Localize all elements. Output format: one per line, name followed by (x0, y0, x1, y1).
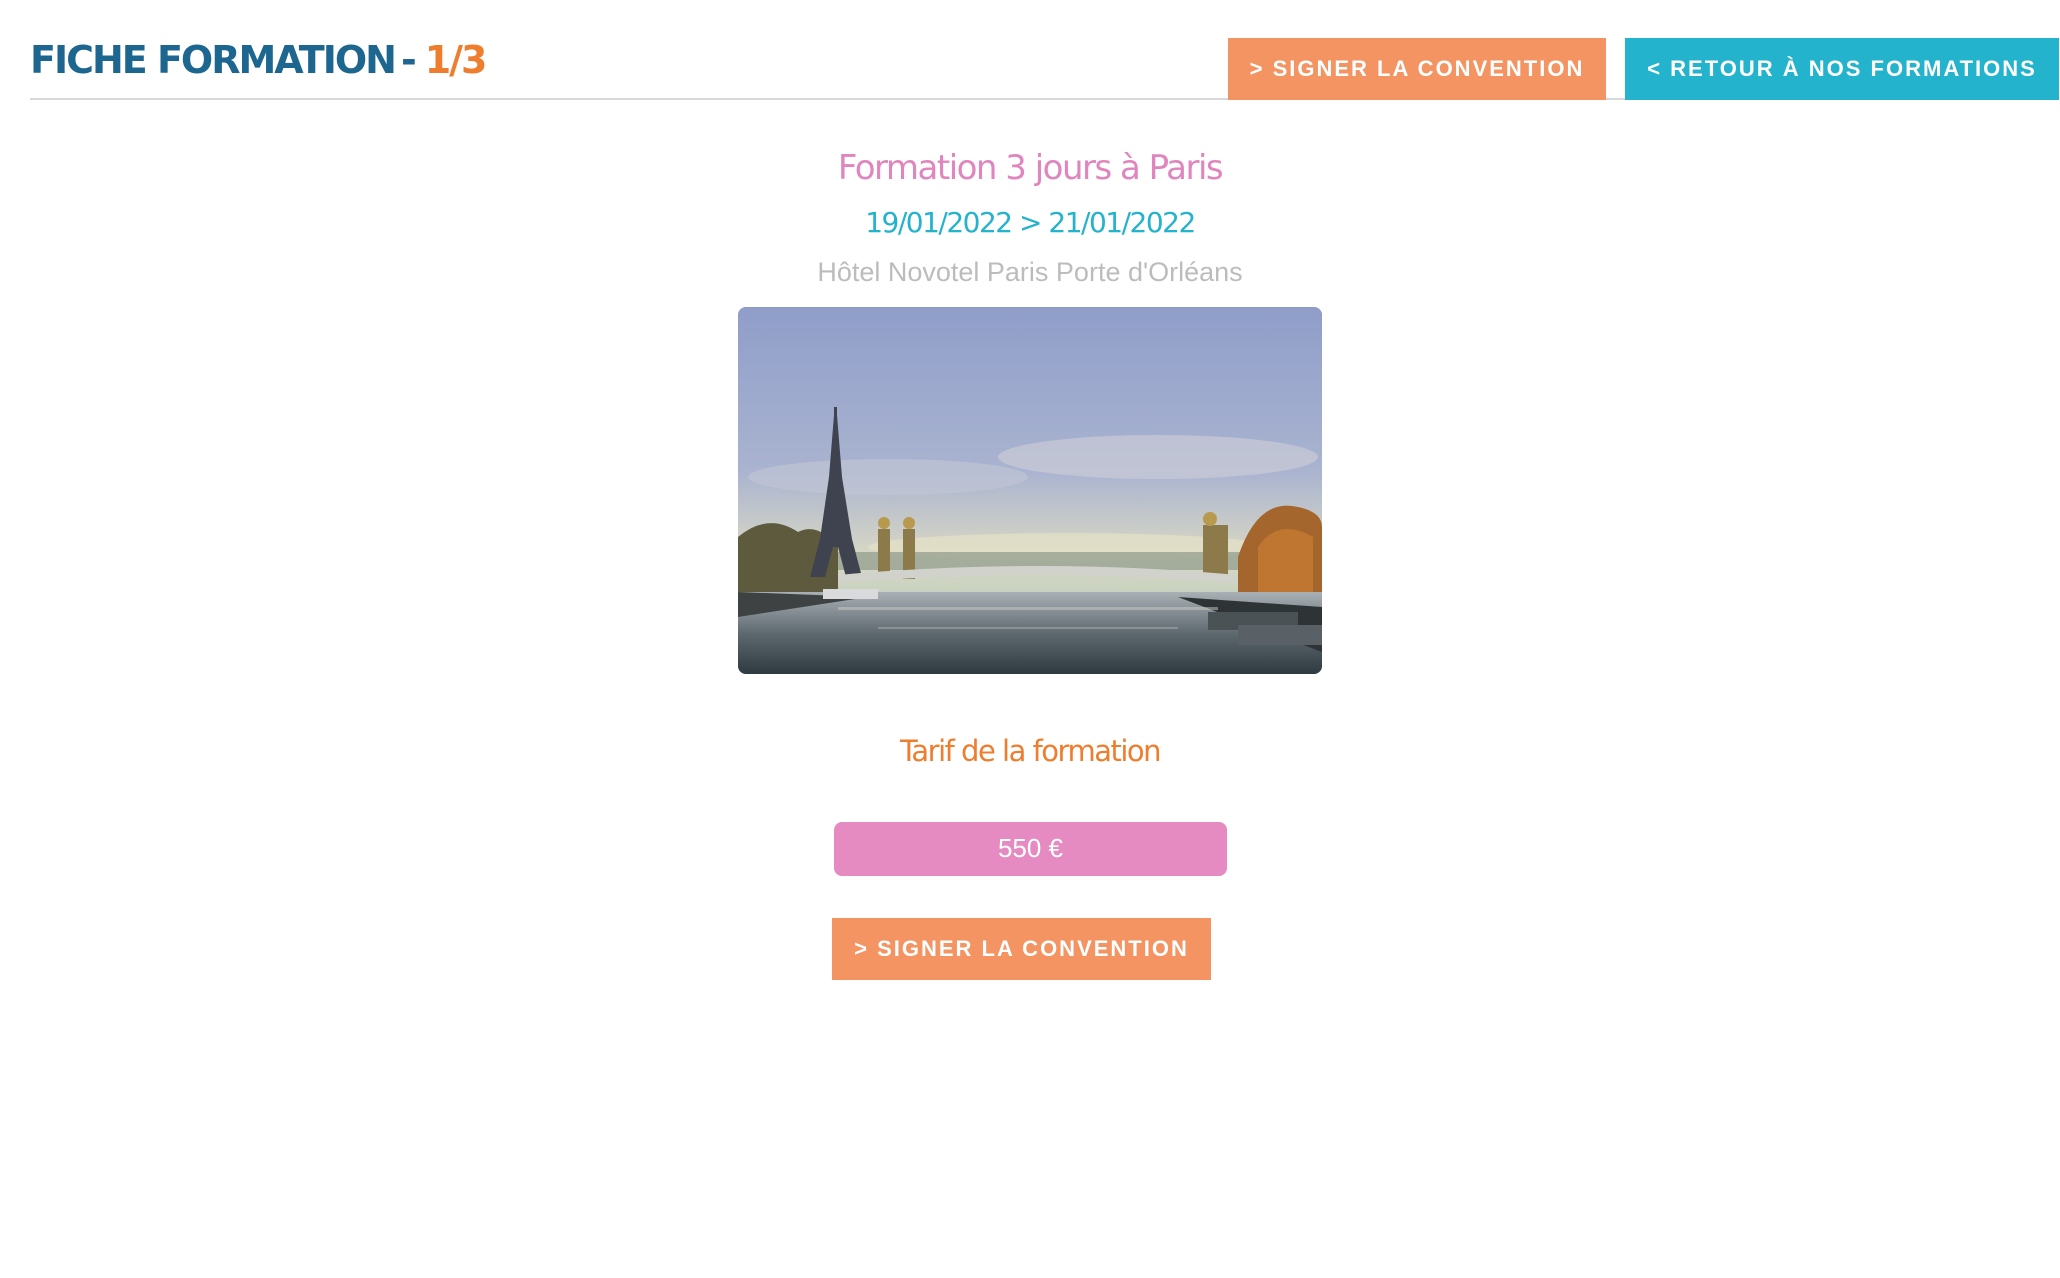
page-title-text: FICHE FORMATION (30, 38, 397, 82)
page-header: FICHE FORMATION -1/3 > SIGNER LA CONVENTI… (30, 30, 2059, 100)
title-separator: - (400, 38, 417, 82)
sign-convention-button-top[interactable]: > SIGNER LA CONVENTION (1228, 38, 1606, 100)
formation-venue: Hôtel Novotel Paris Porte d'Orléans (817, 257, 1243, 287)
page-title: FICHE FORMATION -1/3 (30, 38, 488, 82)
paris-seine-photo (738, 307, 1322, 674)
formation-counter: 1/3 (424, 38, 488, 82)
formation-dates: 19/01/2022 > 21/01/2022 (865, 206, 1196, 239)
formation-title: Formation 3 jours à Paris (837, 148, 1224, 188)
back-to-formations-button[interactable]: < RETOUR À NOS FORMATIONS (1625, 38, 2059, 100)
sign-convention-button-bottom[interactable]: > SIGNER LA CONVENTION (832, 918, 1211, 980)
price-badge: 550 € (834, 822, 1227, 876)
price-heading: Tarif de la formation (899, 734, 1162, 768)
